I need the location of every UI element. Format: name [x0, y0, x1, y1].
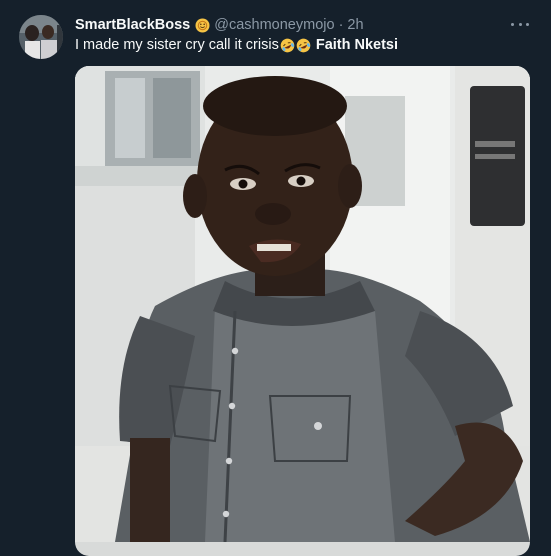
- rolling-on-floor-laughing-icon: [280, 38, 295, 53]
- tweet-text: I made my sister cry call it crisis Fait…: [75, 37, 398, 53]
- display-name[interactable]: SmartBlackBoss: [75, 17, 190, 33]
- dot: [526, 22, 529, 26]
- more-options-icon[interactable]: [511, 17, 529, 31]
- rolling-on-floor-laughing-icon: [296, 38, 311, 53]
- tweet: SmartBlackBoss @cashmoneymojo · 2h I mad…: [0, 0, 551, 556]
- tweet-body: I made my sister cry call it crisis: [75, 37, 279, 53]
- user-handle[interactable]: @cashmoneymojo: [214, 17, 334, 33]
- timestamp[interactable]: 2h: [347, 17, 363, 33]
- avatar[interactable]: [19, 15, 63, 59]
- smiley-badge-icon: [195, 18, 210, 33]
- tweet-header: SmartBlackBoss @cashmoneymojo · 2h: [75, 16, 364, 34]
- tweet-photo[interactable]: [75, 66, 530, 556]
- separator-dot: ·: [338, 17, 344, 33]
- dot: [518, 22, 522, 26]
- tweet-tag-text: Faith Nketsi: [315, 37, 399, 53]
- dot: [511, 22, 514, 26]
